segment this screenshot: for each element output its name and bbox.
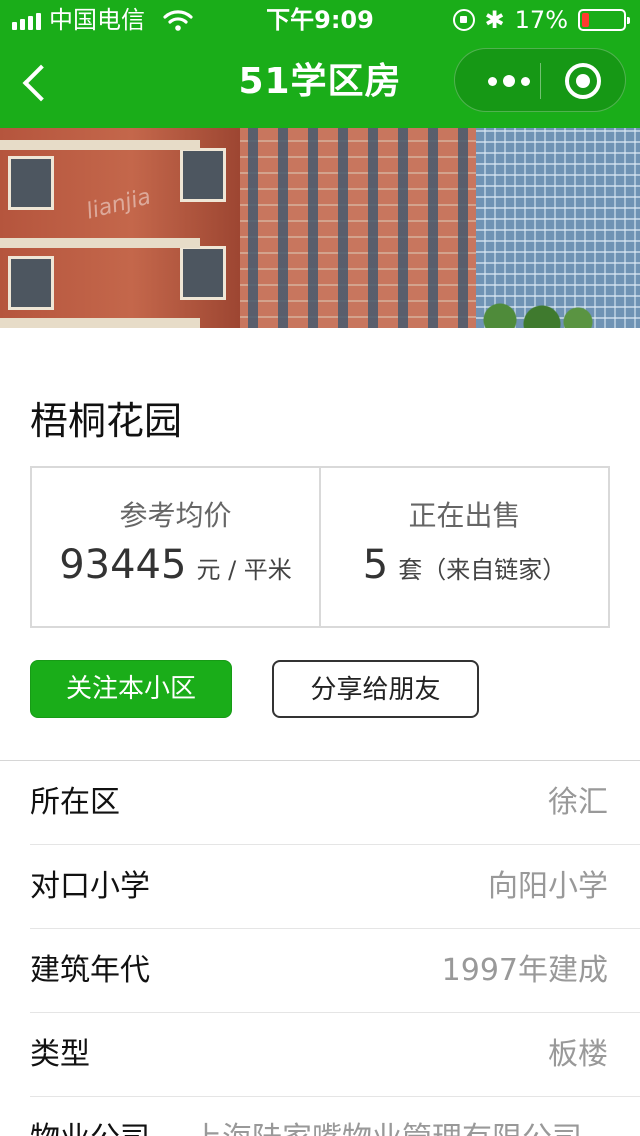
- stats-box: 参考均价 93445 元 / 平米 正在出售 5 套（来自链家）: [30, 466, 610, 628]
- detail-label: 类型: [30, 1037, 90, 1072]
- detail-value: 1997年建成: [441, 953, 608, 988]
- detail-value: 向阳小学: [488, 869, 608, 904]
- stat-value-row: 93445 元 / 平米: [32, 542, 319, 588]
- bluetooth-icon: ✱: [484, 6, 505, 34]
- battery-percent: 17%: [514, 6, 568, 34]
- capsule-divider: [540, 63, 541, 99]
- detail-value: 板楼: [548, 1037, 608, 1072]
- stat-value: 5: [362, 542, 389, 588]
- detail-value: 徐汇: [548, 785, 608, 820]
- hero-balcony: [0, 238, 200, 248]
- hero-image: lianjia: [0, 128, 640, 328]
- stat-average-price: 参考均价 93445 元 / 平米: [32, 468, 319, 626]
- hero-trees: [476, 296, 596, 328]
- detail-row-district: 所在区 徐汇: [0, 761, 640, 845]
- nav-bar: 51学区房: [0, 40, 640, 128]
- detail-label: 建筑年代: [30, 953, 150, 988]
- status-bar: 中国电信 下午9:09 ✱ 17%: [0, 0, 640, 40]
- detail-row-school: 对口小学 向阳小学: [0, 845, 640, 929]
- status-right: ✱ 17%: [452, 0, 630, 40]
- close-miniprogram-icon[interactable]: [565, 63, 601, 99]
- share-to-friend-button[interactable]: 分享给朋友: [272, 660, 479, 718]
- detail-row-type: 类型 板楼: [0, 1013, 640, 1097]
- stat-label: 正在出售: [408, 499, 521, 532]
- battery-icon: [578, 9, 630, 31]
- stat-value-row: 5 套（来自链家）: [321, 542, 608, 588]
- hero-building-middle: [236, 128, 476, 328]
- rotation-lock-icon: [452, 9, 475, 31]
- detail-row-property-company: 物业公司 上海陆家嘴物业管理有限公司: [0, 1097, 640, 1136]
- stat-on-sale: 正在出售 5 套（来自链家）: [319, 468, 608, 626]
- stat-unit: 套（来自链家）: [398, 556, 567, 584]
- hero-window: [8, 256, 54, 310]
- stat-label: 参考均价: [119, 499, 232, 532]
- detail-list: 所在区 徐汇 对口小学 向阳小学 建筑年代 1997年建成 类型 板楼 物业公司…: [0, 761, 640, 1136]
- hero-window: [8, 156, 54, 210]
- stat-unit: 元 / 平米: [196, 556, 292, 584]
- follow-community-button[interactable]: 关注本小区: [30, 660, 232, 718]
- detail-value: 上海陆家嘴物业管理有限公司: [192, 1097, 582, 1136]
- hero-balcony: [0, 140, 200, 150]
- community-name: 梧桐花园: [30, 399, 183, 443]
- hero-building-left: [0, 128, 240, 328]
- hero-window: [180, 148, 226, 202]
- top-bar: 中国电信 下午9:09 ✱ 17% 51学区房: [0, 0, 640, 128]
- hero-window: [180, 246, 226, 300]
- detail-row-built-year: 建筑年代 1997年建成: [0, 929, 640, 1013]
- detail-label: 对口小学: [30, 869, 150, 904]
- battery-fill: [582, 13, 589, 27]
- stat-value: 93445: [59, 542, 187, 588]
- detail-label: 所在区: [30, 785, 120, 820]
- screen: 中国电信 下午9:09 ✱ 17% 51学区房 lianjia 梧桐花园 参考均…: [0, 0, 640, 1136]
- more-icon[interactable]: [479, 71, 539, 91]
- hero-balcony: [0, 318, 200, 328]
- detail-label: 物业公司: [30, 1097, 150, 1136]
- miniprogram-capsule: [454, 48, 626, 112]
